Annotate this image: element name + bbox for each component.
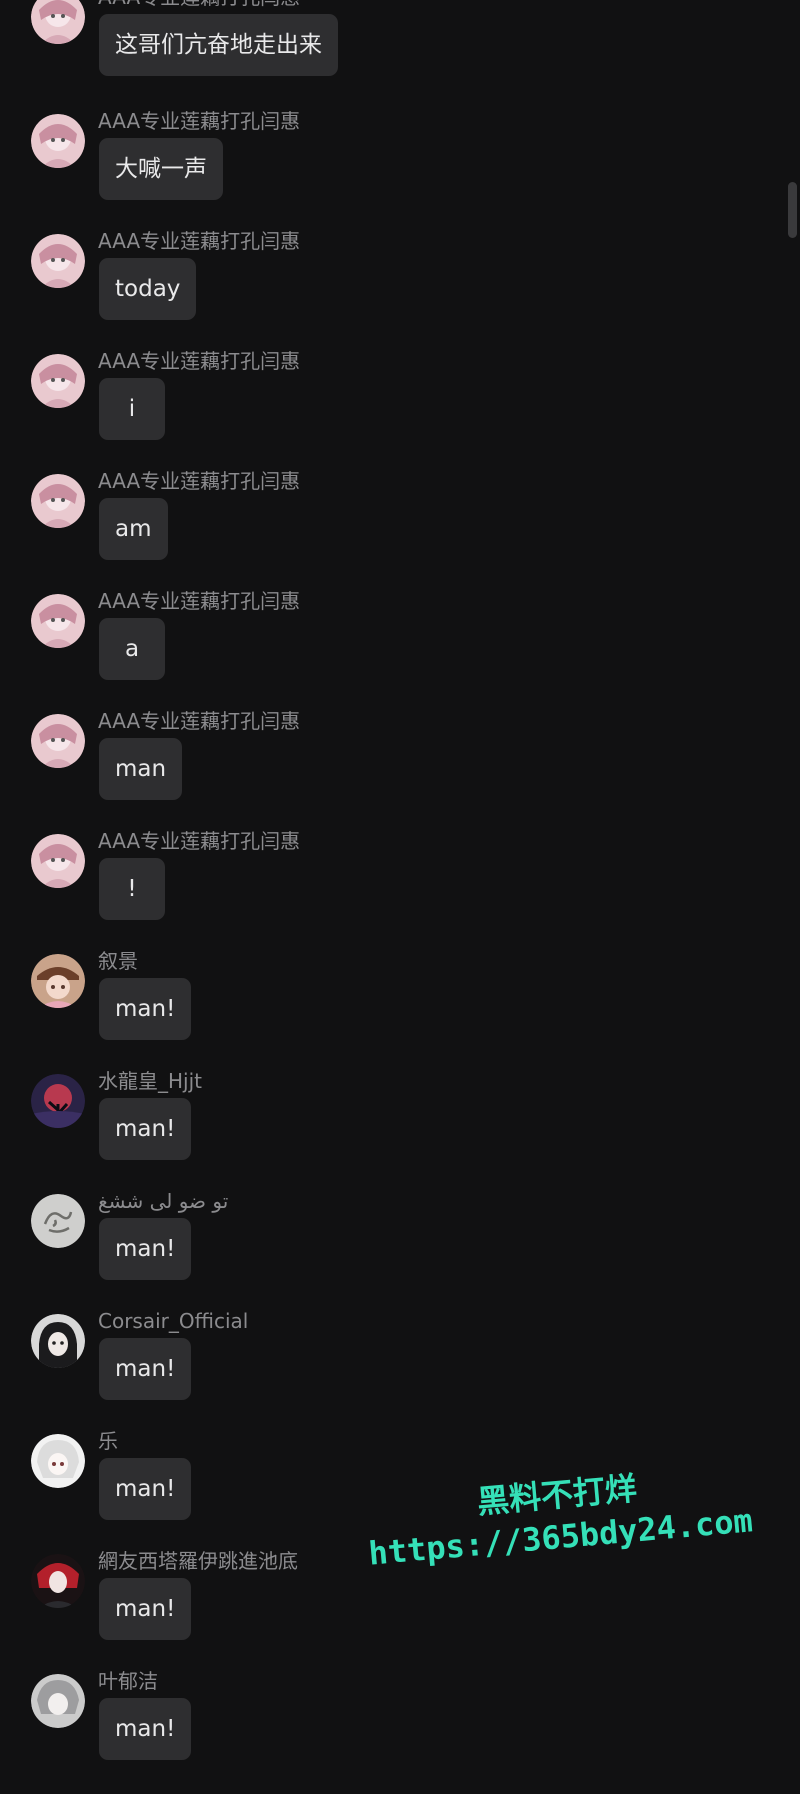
- message-username[interactable]: 乐: [98, 1430, 118, 1452]
- moon-tree-avatar-icon: [31, 1074, 85, 1128]
- message-username[interactable]: تو ضو لی ششغ: [98, 1190, 228, 1212]
- message-bubble[interactable]: 这哥们亢奋地走出来: [99, 14, 338, 76]
- calligraphy-avatar-icon: [31, 1194, 85, 1248]
- user-avatar[interactable]: [31, 234, 85, 288]
- message-username[interactable]: AAA专业莲藕打孔闫惠: [98, 710, 300, 732]
- chat-message: AAA专业莲藕打孔闫惠 !: [0, 830, 760, 954]
- message-username[interactable]: AAA专业莲藕打孔闫惠: [98, 590, 300, 612]
- user-avatar[interactable]: [31, 1434, 85, 1488]
- chat-scrollbar[interactable]: [782, 0, 800, 1731]
- message-username[interactable]: 叙景: [98, 950, 138, 972]
- anime-pink-avatar-icon: [31, 234, 85, 288]
- message-username[interactable]: Corsair_Official: [98, 1310, 248, 1332]
- chat-message: 叙景 man!: [0, 950, 760, 1074]
- white-hair-avatar-icon: [31, 1434, 85, 1488]
- anime-pink-avatar-icon: [31, 474, 85, 528]
- user-avatar[interactable]: [31, 114, 85, 168]
- user-avatar[interactable]: [31, 0, 85, 44]
- message-bubble[interactable]: i: [99, 378, 165, 440]
- scrollbar-thumb[interactable]: [788, 182, 797, 238]
- message-bubble[interactable]: man!: [99, 1578, 192, 1640]
- message-bubble[interactable]: today: [99, 258, 197, 320]
- chat-message: 叶郁洁 man!: [0, 1670, 760, 1794]
- message-bubble[interactable]: am: [99, 498, 168, 560]
- message-bubble[interactable]: man!: [99, 1338, 192, 1400]
- message-username[interactable]: AAA专业莲藕打孔闫惠: [98, 0, 300, 8]
- user-avatar[interactable]: [31, 834, 85, 888]
- message-username[interactable]: AAA专业莲藕打孔闫惠: [98, 470, 300, 492]
- message-bubble[interactable]: man!: [99, 1458, 192, 1520]
- user-avatar[interactable]: [31, 954, 85, 1008]
- red-dark-avatar-icon: [31, 1554, 85, 1608]
- user-avatar[interactable]: [31, 1074, 85, 1128]
- message-username[interactable]: 網友西塔羅伊跳進池底: [98, 1550, 298, 1572]
- message-username[interactable]: AAA专业莲藕打孔闫惠: [98, 350, 300, 372]
- grey-anime-avatar-icon: [31, 1674, 85, 1728]
- anime-pink-avatar-icon: [31, 114, 85, 168]
- chat-message: AAA专业莲藕打孔闫惠 today: [0, 230, 760, 354]
- message-username[interactable]: AAA专业莲藕打孔闫惠: [98, 110, 300, 132]
- message-bubble[interactable]: man!: [99, 978, 192, 1040]
- anime-pink-avatar-icon: [31, 0, 85, 44]
- message-username[interactable]: 水龍皇_Hjjt: [98, 1070, 202, 1092]
- user-avatar[interactable]: [31, 594, 85, 648]
- user-avatar[interactable]: [31, 474, 85, 528]
- chat-message: 水龍皇_Hjjt man!: [0, 1070, 760, 1194]
- user-avatar[interactable]: [31, 1194, 85, 1248]
- user-avatar[interactable]: [31, 714, 85, 768]
- message-username[interactable]: AAA专业莲藕打孔闫惠: [98, 230, 300, 252]
- user-avatar[interactable]: [31, 1314, 85, 1368]
- message-bubble[interactable]: !: [99, 858, 165, 920]
- chat-message: AAA专业莲藕打孔闫惠 a: [0, 590, 760, 714]
- anime-pink-avatar-icon: [31, 594, 85, 648]
- chat-message: AAA专业莲藕打孔闫惠 man: [0, 710, 760, 834]
- message-bubble[interactable]: man!: [99, 1698, 192, 1760]
- anime-pink-avatar-icon: [31, 834, 85, 888]
- anime-pink-avatar-icon: [31, 354, 85, 408]
- user-avatar[interactable]: [31, 1554, 85, 1608]
- message-bubble[interactable]: a: [99, 618, 165, 680]
- chat-message: تو ضو لی ششغ man!: [0, 1190, 760, 1314]
- chat-message: AAA专业莲藕打孔闫惠 i: [0, 350, 760, 474]
- message-username[interactable]: AAA专业莲藕打孔闫惠: [98, 830, 300, 852]
- dark-hair-avatar-icon: [31, 1314, 85, 1368]
- user-avatar[interactable]: [31, 1674, 85, 1728]
- chat-message: Corsair_Official man!: [0, 1310, 760, 1434]
- message-bubble[interactable]: man: [99, 738, 183, 800]
- message-username[interactable]: 叶郁洁: [98, 1670, 158, 1692]
- anime-hat-avatar-icon: [31, 954, 85, 1008]
- message-bubble[interactable]: man!: [99, 1218, 192, 1280]
- chat-message: AAA专业莲藕打孔闫惠 大喊一声: [0, 110, 760, 234]
- message-bubble[interactable]: 大喊一声: [99, 138, 223, 200]
- chat-message: AAA专业莲藕打孔闫惠 这哥们亢奋地走出来: [0, 0, 760, 110]
- chat-message: AAA专业莲藕打孔闫惠 am: [0, 470, 760, 594]
- user-avatar[interactable]: [31, 354, 85, 408]
- anime-pink-avatar-icon: [31, 714, 85, 768]
- message-bubble[interactable]: man!: [99, 1098, 192, 1160]
